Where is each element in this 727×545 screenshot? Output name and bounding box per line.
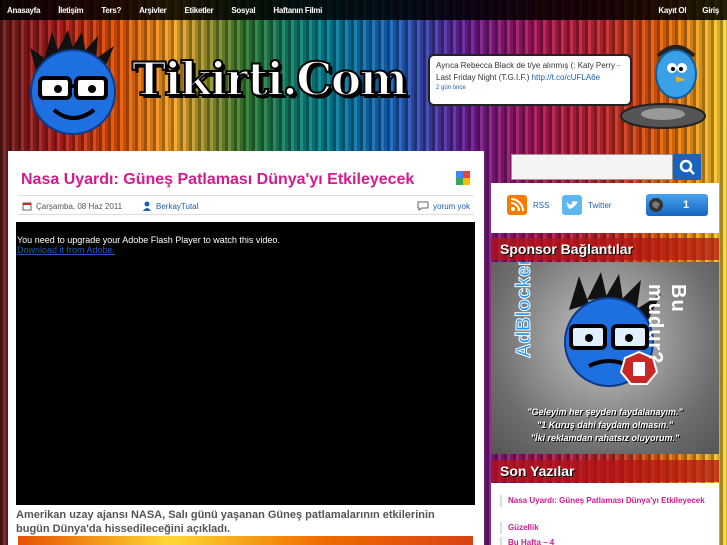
recent-post-item[interactable]: Güzellik [500, 522, 710, 534]
post-title[interactable]: Nasa Uyardı: Güneş Patlaması Dünya'yı Et… [21, 171, 414, 189]
latest-tweet-bubble: Ayrıca Rebecca Black de t/ye alınmış (: … [428, 54, 632, 106]
ad-left-word: AdBlocker? [513, 262, 536, 359]
rss-link[interactable]: RSS [507, 195, 549, 215]
ad-quote-1: "Geleyim her şeyden faydalanayım." [527, 407, 683, 417]
post-summary: Amerikan uzay ajansı NASA, Salı günü yaş… [16, 509, 435, 536]
register-link[interactable]: Kayıt Ol [650, 6, 694, 15]
flash-download-link[interactable]: Download it from Adobe. [17, 245, 474, 255]
search-input[interactable] [511, 154, 673, 180]
ad-quote-3: "İki reklamdan rahatsız oluyorum." [530, 433, 680, 443]
follower-count: 1 [682, 199, 690, 211]
tweet-time[interactable]: 2 gün önce [436, 84, 624, 93]
rss-label: RSS [533, 200, 550, 210]
login-link[interactable]: Giriş [694, 6, 727, 15]
twitter-link[interactable]: Twitter [562, 195, 612, 215]
ad-right-word: Bu mudur? [644, 284, 689, 365]
social-links: RSS Twitter 1 [491, 183, 719, 233]
post-comments-link[interactable]: yorum yok [433, 202, 470, 211]
globe-icon [649, 198, 663, 212]
nav-item-ters[interactable]: Ters? [92, 6, 130, 15]
nav-item-archives[interactable]: Arşivler [130, 6, 175, 15]
mascot-logo-icon[interactable] [24, 30, 122, 138]
nav-item-home[interactable]: Anasayfa [0, 6, 49, 15]
google-icon[interactable] [456, 171, 470, 185]
search-button[interactable] [673, 154, 701, 180]
ad-quote-2: "1 Kuruş dahi faydam olmasın." [536, 420, 674, 430]
post-author: BerkayTutal [142, 201, 198, 211]
recent-post-item[interactable]: Nasa Uyardı: Güneş Patlaması Dünya'yı Et… [500, 495, 710, 507]
rss-icon [507, 195, 527, 215]
top-navigation-bar: Anasayfa İletişim Ters? Arşivler Etiketl… [0, 0, 727, 20]
follower-counter-button[interactable]: 1 [646, 194, 708, 216]
recent-posts-list: Nasa Uyardı: Güneş Patlaması Dünya'yı Et… [491, 483, 719, 545]
search-icon [679, 159, 695, 175]
sponsor-heading: Sponsor Bağlantılar [491, 238, 719, 260]
twitter-dj-bird-icon [620, 45, 706, 129]
post-date-text: Çarşamba, 08 Haz 2011 [36, 201, 123, 211]
account-links: Kayıt Ol Giriş [650, 6, 727, 15]
recent-post-item[interactable]: Bu Hafta – 4 [500, 537, 710, 545]
post-comments: yorum yok [417, 201, 470, 211]
video-player[interactable]: You need to upgrade your Adobe Flash Pla… [16, 222, 475, 505]
post-meta: Çarşamba, 08 Haz 2011 BerkayTutal yorum … [18, 195, 474, 215]
main-content: Nasa Uyardı: Güneş Patlaması Dünya'yı Et… [8, 151, 484, 545]
search-form [511, 154, 701, 180]
twitter-icon [562, 195, 582, 215]
calendar-icon [22, 202, 32, 211]
nav-item-weekly-film[interactable]: Haftanın Filmi [264, 6, 331, 15]
post-author-link[interactable]: BerkayTutal [156, 202, 198, 211]
tweet-link[interactable]: http://t.co/cUFLA6e [532, 73, 600, 82]
recent-posts-heading: Son Yazılar [491, 460, 719, 482]
post-date: Çarşamba, 08 Haz 2011 [22, 201, 122, 211]
user-icon [143, 201, 151, 211]
nav-item-social[interactable]: Sosyal [222, 6, 264, 15]
flash-upgrade-message: You need to upgrade your Adobe Flash Pla… [17, 235, 280, 245]
nav-item-tags[interactable]: Etiketler [175, 6, 222, 15]
comment-icon [417, 201, 429, 211]
site-logo-text[interactable]: Tikirti.Com [131, 51, 409, 107]
nav-item-contact[interactable]: İletişim [49, 6, 92, 15]
sponsor-ad[interactable]: AdBlocker? Bu mudur? "Geleyim her şeyden… [491, 262, 719, 454]
twitter-label: Twitter [588, 200, 612, 210]
main-nav: Anasayfa İletişim Ters? Arşivler Etiketl… [0, 6, 331, 15]
post-image [18, 536, 473, 545]
